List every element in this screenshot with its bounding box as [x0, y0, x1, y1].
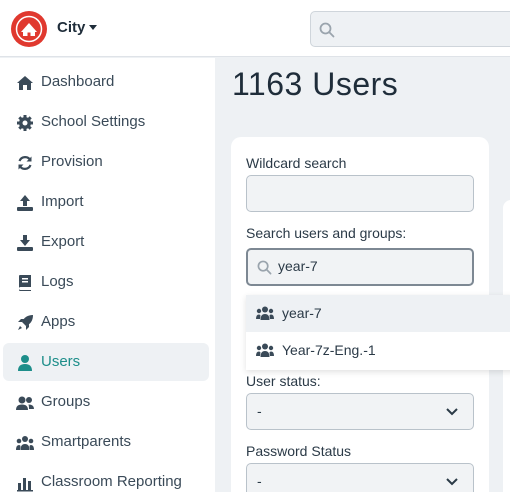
user-icon	[18, 355, 32, 371]
page-title: 1163 Users	[232, 66, 399, 102]
password-status-select[interactable]: -	[246, 463, 474, 492]
sidebar-item-apps[interactable]: Apps	[3, 303, 209, 341]
org-switcher[interactable]: City	[57, 19, 98, 36]
sidebar-item-groups[interactable]: Groups	[3, 383, 209, 421]
password-status-value: -	[257, 473, 262, 489]
suggestion-item[interactable]: year-7	[246, 295, 510, 332]
sidebar-item-school-settings[interactable]: School Settings	[3, 103, 209, 141]
book-icon	[19, 275, 31, 291]
password-status-label: Password Status	[246, 443, 352, 459]
wildcard-search-label: Wildcard search	[246, 155, 347, 171]
rocket-icon	[18, 315, 33, 330]
download-icon	[17, 235, 33, 251]
user-status-select[interactable]: -	[246, 393, 474, 430]
global-search-input[interactable]	[310, 11, 510, 47]
search-icon	[257, 260, 272, 275]
gear-icon	[17, 115, 33, 131]
bar-chart-icon	[17, 478, 33, 492]
sidebar-item-label: Classroom Reporting	[41, 473, 182, 490]
sidebar: Dashboard School Settings Provision Impo…	[0, 58, 215, 492]
user-status-label: User status:	[246, 373, 321, 389]
user-group-icon	[256, 343, 274, 357]
sidebar-item-logs[interactable]: Logs	[3, 263, 209, 301]
sidebar-item-dashboard[interactable]: Dashboard	[3, 63, 209, 101]
sidebar-item-classroom-reporting[interactable]: Classroom Reporting	[3, 463, 209, 492]
sidebar-item-label: Import	[41, 193, 84, 210]
search-icon	[319, 22, 335, 38]
sidebar-item-label: School Settings	[41, 113, 146, 130]
wildcard-search-input[interactable]	[246, 175, 474, 212]
home-icon	[17, 76, 33, 90]
sidebar-item-export[interactable]: Export	[3, 223, 209, 261]
suggestion-label: Year-7z-Eng.-1	[282, 342, 376, 358]
sidebar-item-users[interactable]: Users	[3, 343, 209, 381]
school-logo[interactable]	[11, 11, 47, 47]
sidebar-item-label: Provision	[41, 153, 103, 170]
sidebar-item-label: Logs	[41, 273, 74, 290]
sidebar-item-label: Users	[41, 353, 81, 370]
search-suggestions: year-7 Year-7z-Eng.-1	[246, 295, 510, 370]
sidebar-item-label: Dashboard	[41, 73, 115, 90]
user-group-icon	[16, 396, 34, 410]
sidebar-item-provision[interactable]: Provision	[3, 143, 209, 181]
sidebar-item-label: Smartparents	[41, 433, 132, 450]
chevron-down-icon	[446, 478, 458, 486]
search-users-groups-value: year-7	[278, 258, 318, 274]
sync-icon	[18, 156, 32, 170]
chevron-down-icon	[446, 408, 458, 416]
sidebar-item-smartparents[interactable]: Smartparents	[3, 423, 209, 461]
upload-icon	[17, 195, 33, 211]
sidebar-item-label: Export	[41, 233, 85, 250]
search-users-groups-label: Search users and groups:	[246, 225, 407, 241]
people-icon	[16, 436, 34, 450]
org-name: City	[57, 19, 86, 36]
suggestion-item[interactable]: Year-7z-Eng.-1	[246, 332, 510, 369]
caret-down-icon	[89, 25, 98, 30]
sidebar-item-import[interactable]: Import	[3, 183, 209, 221]
user-status-value: -	[257, 403, 262, 419]
school-logo-icon	[12, 12, 46, 46]
user-group-icon	[256, 306, 274, 320]
top-bar: City	[0, 0, 510, 57]
sidebar-item-label: Apps	[41, 313, 76, 330]
suggestion-label: year-7	[282, 305, 322, 321]
sidebar-item-label: Groups	[41, 393, 91, 410]
search-users-groups-input[interactable]: year-7	[246, 248, 474, 286]
